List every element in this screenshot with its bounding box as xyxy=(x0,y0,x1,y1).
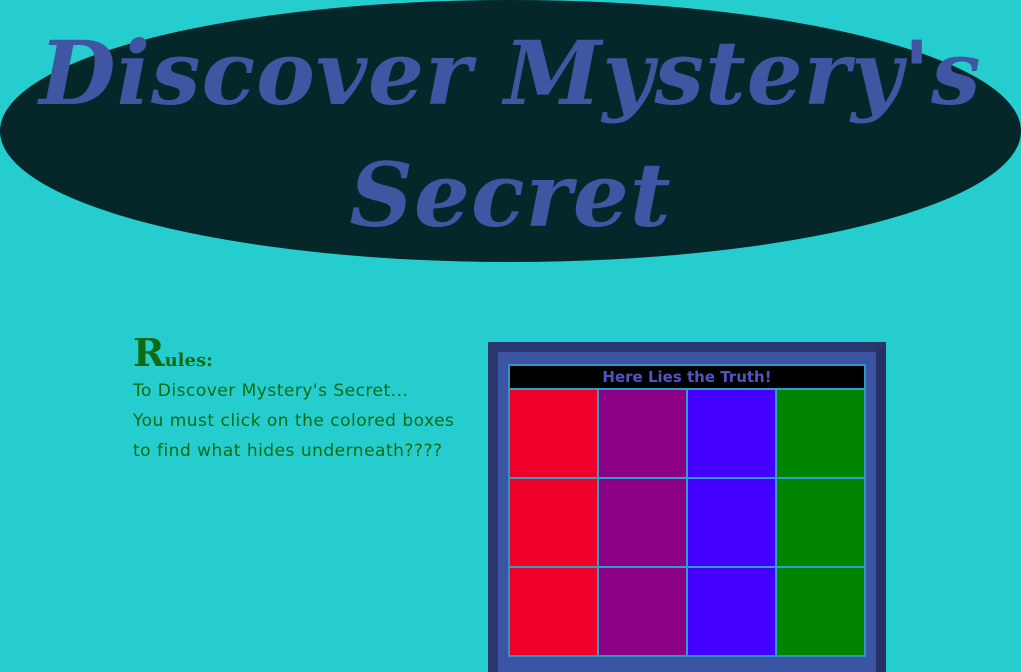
colored-box-r2-c2[interactable] xyxy=(599,479,686,566)
title-line-2: Secret xyxy=(349,143,672,247)
game-board: Here Lies the Truth! xyxy=(508,364,866,657)
rules-line: To Discover Mystery's Secret... xyxy=(133,381,409,401)
rules-line: to find what hides underneath???? xyxy=(133,441,443,461)
colored-box-r3-c3[interactable] xyxy=(688,568,775,655)
colored-box-r1-c4[interactable] xyxy=(777,390,864,477)
rules-heading-rest: ules: xyxy=(164,350,213,371)
colored-box-r2-c3[interactable] xyxy=(688,479,775,566)
colored-box-r3-c4[interactable] xyxy=(777,568,864,655)
board-header: Here Lies the Truth! xyxy=(510,366,864,388)
rules-heading: Rules: xyxy=(133,334,463,372)
box-grid xyxy=(510,390,864,655)
colored-box-r2-c4[interactable] xyxy=(777,479,864,566)
colored-box-r3-c2[interactable] xyxy=(599,568,686,655)
colored-box-r1-c3[interactable] xyxy=(688,390,775,477)
colored-box-r1-c1[interactable] xyxy=(510,390,597,477)
title-line-1: Discover Mystery's xyxy=(39,21,982,125)
page-title: Discover Mystery's Secret xyxy=(0,0,1021,256)
rules-section: Rules: To Discover Mystery's Secret... Y… xyxy=(133,334,463,466)
rules-heading-initial: R xyxy=(133,330,165,375)
colored-box-r2-c1[interactable] xyxy=(510,479,597,566)
rules-line: You must click on the colored boxes xyxy=(133,411,455,431)
game-board-frame: Here Lies the Truth! xyxy=(488,342,886,672)
colored-box-r1-c2[interactable] xyxy=(599,390,686,477)
colored-box-r3-c1[interactable] xyxy=(510,568,597,655)
